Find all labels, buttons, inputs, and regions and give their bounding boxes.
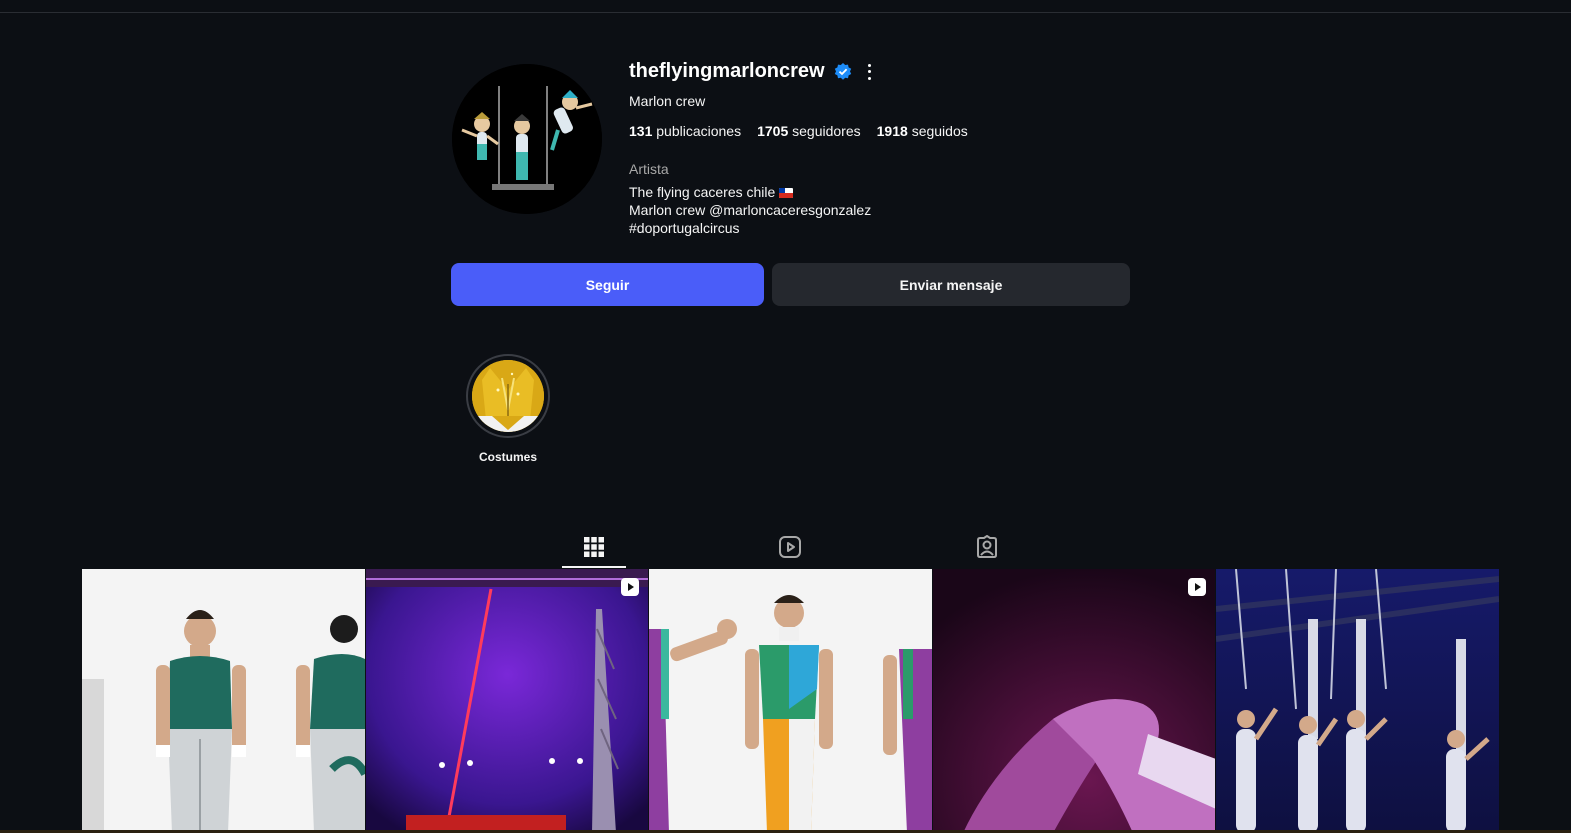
story-highlight[interactable]: Costumes bbox=[466, 354, 550, 464]
bio-line[interactable]: #doportugalcircus bbox=[629, 219, 871, 237]
post-thumbnail[interactable] bbox=[365, 569, 649, 833]
more-options-icon[interactable] bbox=[867, 63, 873, 80]
tab-tagged[interactable] bbox=[955, 528, 1019, 566]
followers-stat[interactable]: 1705 seguidores bbox=[757, 123, 861, 139]
highlight-label: Costumes bbox=[478, 450, 537, 464]
post-thumbnail[interactable] bbox=[1216, 569, 1499, 833]
tagged-icon bbox=[977, 535, 997, 558]
bio-line: The flying caceres chile bbox=[629, 183, 871, 201]
verified-badge-icon bbox=[834, 62, 851, 80]
profile-bio: The flying caceres chile Marlon crew @ma… bbox=[629, 183, 871, 237]
follow-button[interactable]: Seguir bbox=[451, 263, 764, 306]
posts-stat: 131 publicaciones bbox=[629, 123, 742, 139]
profile-tabs bbox=[0, 528, 1571, 568]
reel-badge-icon bbox=[621, 578, 640, 596]
grid-icon bbox=[584, 537, 604, 557]
send-message-button[interactable]: Enviar mensaje bbox=[772, 263, 1130, 306]
full-name: Marlon crew bbox=[629, 93, 706, 109]
reels-icon bbox=[779, 536, 801, 558]
profile-stats: 131 publicaciones 1705 seguidores 1918 s… bbox=[629, 123, 968, 139]
post-thumbnail[interactable] bbox=[649, 569, 932, 833]
username-row: theflyingmarloncrew bbox=[629, 60, 873, 83]
following-stat[interactable]: 1918 seguidos bbox=[877, 123, 968, 139]
username: theflyingmarloncrew bbox=[629, 60, 825, 82]
highlight-ring bbox=[466, 354, 550, 438]
reel-badge-icon bbox=[1188, 578, 1207, 596]
profile-category: Artista bbox=[629, 161, 669, 177]
posts-grid bbox=[82, 569, 1499, 833]
tab-reels[interactable] bbox=[758, 528, 822, 566]
post-thumbnail[interactable] bbox=[932, 569, 1216, 833]
profile-avatar[interactable] bbox=[452, 64, 602, 214]
browser-top-bar bbox=[0, 0, 1571, 13]
tab-posts[interactable] bbox=[562, 528, 626, 568]
chile-flag-icon bbox=[779, 188, 794, 198]
post-thumbnail[interactable] bbox=[82, 569, 365, 833]
highlight-cover-image bbox=[472, 360, 544, 432]
bio-line: Marlon crew @marloncaceresgonzalez bbox=[629, 202, 872, 218]
